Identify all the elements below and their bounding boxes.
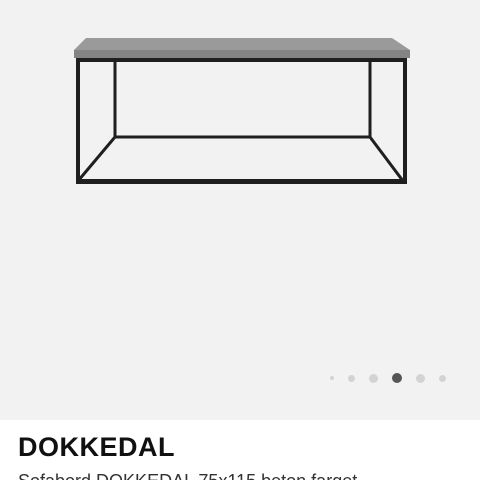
carousel-dot-2[interactable] bbox=[348, 374, 355, 382]
carousel-dot-3[interactable] bbox=[369, 373, 378, 383]
carousel-dot-4-active[interactable] bbox=[392, 373, 402, 383]
product-description: Sofabord DOKKEDAL 75x115 beton farget bbox=[18, 470, 357, 480]
product-page: DOKKEDAL Sofabord DOKKEDAL 75x115 beton … bbox=[0, 0, 480, 480]
product-image bbox=[74, 38, 410, 184]
carousel-dot-1[interactable] bbox=[330, 376, 334, 380]
carousel-dot-6[interactable] bbox=[439, 374, 446, 382]
product-title: DOKKEDAL bbox=[18, 432, 175, 462]
product-image-carousel[interactable] bbox=[0, 0, 480, 420]
carousel-pagination bbox=[330, 372, 446, 384]
carousel-dot-5[interactable] bbox=[416, 373, 425, 383]
product-info: DOKKEDAL Sofabord DOKKEDAL 75x115 beton … bbox=[0, 420, 480, 480]
